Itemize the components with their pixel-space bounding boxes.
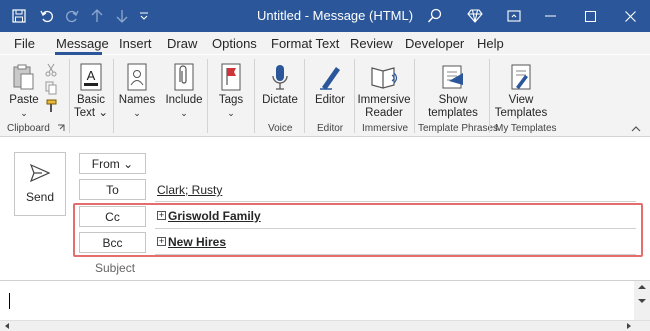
view-templates-button[interactable]: View Templates <box>493 61 549 120</box>
paste-button[interactable]: Paste ⌄ <box>9 61 39 120</box>
basic-text-button[interactable]: A Basic Text ⌄ <box>72 61 110 120</box>
tab-help[interactable]: Help <box>477 36 504 51</box>
ribbon: Paste ⌄ Clipboard A Basic Text ⌄ Names ⌄… <box>0 55 650 137</box>
show-templates-button[interactable]: Show templates <box>424 61 482 120</box>
search-icon[interactable] <box>425 6 445 26</box>
include-button[interactable]: Include ⌄ <box>164 61 204 120</box>
immersive-group-label: Immersive <box>362 123 409 134</box>
minimize-icon[interactable] <box>530 0 570 32</box>
scroll-left-icon[interactable] <box>2 321 12 331</box>
tab-developer[interactable]: Developer <box>405 36 464 51</box>
undo-icon[interactable] <box>37 6 57 26</box>
to-button[interactable]: To <box>79 179 146 200</box>
cut-icon[interactable] <box>44 63 58 77</box>
group-separator <box>254 59 255 133</box>
tab-file[interactable]: File <box>14 36 35 51</box>
close-icon[interactable] <box>610 0 650 32</box>
scroll-right-icon[interactable] <box>624 321 634 331</box>
scroll-up-icon[interactable] <box>634 281 650 293</box>
up-arrow-icon[interactable] <box>87 6 107 26</box>
view-templates-icon <box>509 61 533 91</box>
address-book-icon <box>126 61 148 91</box>
subject-field[interactable]: Subject <box>95 261 135 275</box>
template-phrases-group-label: Template Phrases <box>418 123 499 134</box>
tags-button[interactable]: Tags ⌄ <box>214 61 248 120</box>
redo-icon[interactable] <box>62 6 82 26</box>
tab-insert[interactable]: Insert <box>119 36 152 51</box>
window-title: Untitled - Message (HTML) <box>257 8 414 23</box>
group-separator <box>113 59 114 133</box>
group-separator <box>69 59 70 133</box>
title-bar: Untitled - Message (HTML) <box>0 0 650 32</box>
copy-icon[interactable] <box>44 81 58 95</box>
send-button[interactable]: Send <box>14 152 66 216</box>
group-separator <box>489 59 490 133</box>
names-button[interactable]: Names ⌄ <box>119 61 155 120</box>
save-icon[interactable] <box>9 6 29 26</box>
tab-format-text[interactable]: Format Text <box>271 36 339 51</box>
voice-group-label: Voice <box>268 123 293 134</box>
tags-dropdown-icon: ⌄ <box>227 108 235 118</box>
customize-toolbar-icon[interactable] <box>134 6 154 26</box>
microphone-icon <box>270 61 290 91</box>
group-separator <box>304 59 305 133</box>
tab-message[interactable]: Message <box>56 36 109 51</box>
attach-icon <box>173 61 195 91</box>
paste-icon <box>12 61 36 91</box>
restore-ribbon-icon[interactable] <box>504 6 524 26</box>
format-painter-icon[interactable] <box>44 99 58 113</box>
from-button[interactable]: From ⌄ <box>79 153 146 174</box>
my-templates-group-label: My Templates <box>495 123 557 134</box>
cc-bcc-highlight <box>73 203 643 257</box>
editor-pen-icon <box>318 61 342 91</box>
scroll-down-icon[interactable] <box>634 295 650 307</box>
to-recipients[interactable]: Clark; Rusty <box>157 183 222 197</box>
maximize-icon[interactable] <box>570 0 610 32</box>
tab-draw[interactable]: Draw <box>167 36 197 51</box>
editor-group-label: Editor <box>317 123 344 134</box>
paste-dropdown-icon: ⌄ <box>20 108 28 118</box>
group-separator <box>354 59 355 133</box>
group-separator <box>414 59 415 133</box>
text-cursor <box>9 293 10 309</box>
horizontal-scrollbar[interactable] <box>0 320 650 331</box>
svg-text:A: A <box>87 68 96 83</box>
tab-review[interactable]: Review <box>350 36 393 51</box>
basic-text-icon: A <box>80 61 102 91</box>
tab-options[interactable]: Options <box>212 36 257 51</box>
down-arrow-icon[interactable] <box>112 6 132 26</box>
immersive-reader-button[interactable]: Immersive Reader <box>357 61 411 120</box>
immersive-reader-icon <box>370 61 398 91</box>
include-dropdown-icon: ⌄ <box>180 108 188 118</box>
flag-icon <box>220 61 242 91</box>
names-dropdown-icon: ⌄ <box>133 108 141 118</box>
to-field-underline <box>155 201 636 202</box>
clipboard-group-label: Clipboard <box>7 123 50 134</box>
ribbon-tabs: File Message Insert Draw Options Format … <box>0 32 650 54</box>
clipboard-launcher-icon[interactable] <box>56 123 66 133</box>
editor-button[interactable]: Editor <box>309 61 351 107</box>
template-phrases-icon <box>441 61 465 91</box>
diamond-icon[interactable] <box>465 6 485 26</box>
dictate-button[interactable]: Dictate <box>259 61 301 107</box>
group-separator <box>207 59 208 133</box>
send-icon <box>30 164 50 182</box>
collapse-ribbon-icon[interactable] <box>629 121 643 135</box>
